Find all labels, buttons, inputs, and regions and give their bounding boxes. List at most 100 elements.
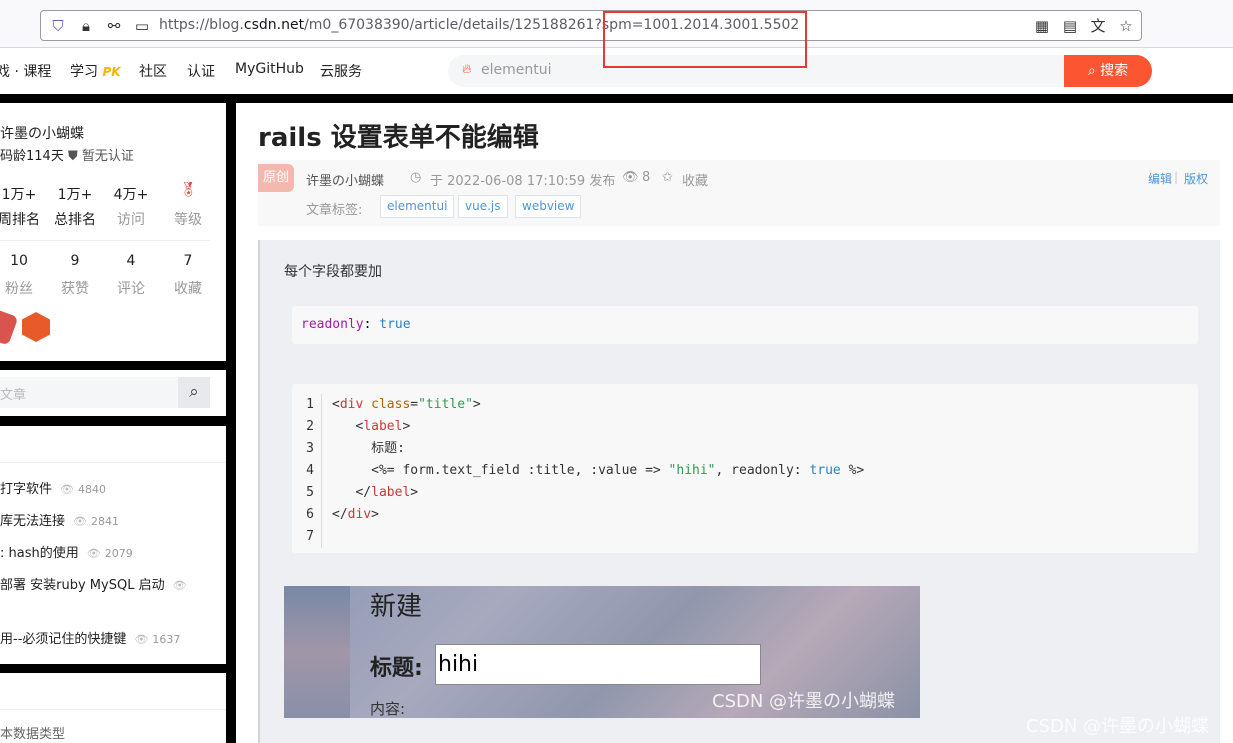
sidebar-search-card: 文章 ⌕ [0,370,226,416]
total-rank-label: 总排名 [54,212,96,228]
list-item[interactable]: 用--必须记住的快捷键 👁︎ 1637 [0,628,180,647]
code-line: <div class="title"> [332,397,481,412]
reader-view-icon[interactable]: ▤ [1061,17,1079,35]
eye-icon: 👁︎ [60,483,74,496]
intro-text: 每个字段都要加 [284,264,382,280]
permissions-icon[interactable]: ⚯ [105,17,123,35]
shield-check-icon: ⛊ [68,149,78,164]
profile-card: 许墨の小蝴蝶 码龄114天 ⛊ 暂无认证 1万+ 周排名 1万+ 总排名 4万+… [0,103,226,361]
visits-label: 访问 [117,212,145,228]
annotation-highlight [603,11,807,68]
sidebar-search-placeholder: 文章 [0,388,27,403]
publish-date: 于 2022-06-08 17:10:59 发布 [430,174,616,189]
screenshot-heading: 新建 [370,592,423,622]
list-item[interactable]: 本数据类型 [0,723,65,742]
tag-webview[interactable]: webview [515,195,582,218]
code-age: 码龄114天 [0,149,64,164]
translate-icon[interactable]: 文 [1089,17,1107,35]
search-button[interactable]: ⌕ 搜索 [1064,55,1152,87]
code-line: 标题: [332,441,405,456]
list-item[interactable]: 打字软件 👁︎ 4840 [0,478,106,497]
edit-link[interactable]: 编辑 [1148,170,1172,187]
level-label: 等级 [174,212,202,228]
list-item[interactable]: 部署 安装ruby MySQL 启动 👁︎ [0,574,187,593]
divider [0,462,226,463]
original-badge: 原创 [258,164,294,192]
code-block-inline[interactable]: readonly: true [292,306,1198,344]
eye-icon: 👁︎ [86,547,101,560]
page-info-icon[interactable]: ▭ [133,17,151,35]
trophy-badge-icon[interactable] [22,312,50,342]
copyright-link[interactable]: 版权 [1184,170,1208,187]
article-content: 每个字段都要加 readonly: true 1234567 <div clas… [258,240,1220,743]
address-bar[interactable]: ⛉ 🔒︎ ⚯ ▭ https://blog.csdn.net/m0_670383… [40,10,1142,41]
article-main: rails 设置表单不能编辑 原创 许墨の小蝴蝶 ◷ 于 2022-06-08 … [236,103,1233,743]
screenshot-watermark: CSDN @许墨の小蝴蝶 [712,691,896,712]
eye-icon: 👁︎ [622,170,639,185]
clock-icon: ◷ [410,170,422,185]
tags-label: 文章标签: [306,203,363,218]
screenshot-input: hihi [435,644,761,685]
lock-icon[interactable]: 🔒︎ [77,17,95,35]
favorites-value: 7 [183,253,193,269]
screenshot-label: 标题: [370,656,423,681]
total-rank-value: 1万+ [57,187,93,203]
code-line: <%= form.text_field :title, :value => "h… [332,463,865,478]
comments-value: 4 [126,253,136,269]
nav-cloud[interactable]: 云服务 [320,61,362,81]
level-icon[interactable]: 🏅︎ [163,182,213,198]
page-watermark: CSDN @许墨の小蝴蝶 [1026,716,1210,737]
code-block[interactable]: 1234567 <div class="title"> <label> 标题: … [292,384,1198,553]
tag-vuejs[interactable]: vue.js [458,195,508,218]
nav-mygithub[interactable]: MyGitHub [235,61,304,77]
visits-value: 4万+ [113,187,149,203]
fans-value: 10 [10,253,28,269]
tag-elementui[interactable]: elementui [380,195,455,218]
meta-author[interactable]: 许墨の小蝴蝶 [306,170,384,189]
likes-value: 9 [70,253,80,269]
flame-icon: 🔥︎ [462,62,472,77]
eye-icon: 👁︎ [134,633,149,646]
fans-label: 粉丝 [5,281,33,297]
code-line: </div> [332,507,379,522]
list-item[interactable]: 库无法连接 👁︎ 2841 [0,510,119,529]
code-line: <label> [332,419,411,434]
star-icon[interactable]: ✩ [662,170,673,185]
verify-text: 暂无认证 [81,149,134,164]
article-title: rails 设置表单不能编辑 [258,123,539,153]
nav-learn[interactable]: 学习 PK [70,61,121,81]
list-item[interactable]: : hash的使用 👁︎ 2079 [0,542,133,561]
search-icon: ⌕ [1087,63,1096,79]
separator: | [1174,170,1179,184]
eye-icon: 👁︎ [73,515,87,528]
shield-icon[interactable]: ⛉ [49,17,67,35]
screenshot-content-label: 内容: [370,700,406,718]
pk-badge: PK [102,65,121,79]
favorites-label: 收藏 [174,281,202,297]
line-numbers: 1234567 [292,394,322,548]
badge-icon[interactable] [0,308,19,346]
search-placeholder: elementui [481,62,552,78]
sidebar-search-input[interactable]: 文章 [0,377,178,408]
weekly-rank-label: 周排名 [0,212,40,228]
nav-community[interactable]: 社区 [139,61,167,81]
code-line: </label> [332,485,419,500]
eye-icon: 👁︎ [172,579,187,592]
search-button-label: 搜索 [1100,63,1129,79]
likes-label: 获赞 [61,281,89,297]
sidebar-bottom-card: 本数据类型 [0,673,226,743]
screenshot-edge [284,586,350,718]
nav-certification[interactable]: 认证 [187,61,215,81]
sidebar-search-icon[interactable]: ⌕ [178,377,210,408]
bookmark-star-icon[interactable]: ☆ [1117,17,1135,35]
divider [0,240,210,241]
favorite-button[interactable]: 收藏 [682,170,708,189]
divider [0,709,226,710]
author-name[interactable]: 许墨の小蝴蝶 [0,123,84,143]
weekly-rank-value: 1万+ [1,187,37,203]
nav-courses[interactable]: 戏 · 课程 [0,61,51,81]
comments-label: 评论 [117,281,145,297]
qr-code-icon[interactable]: ▦ [1033,17,1051,35]
article-screenshot: 新建 标题: hihi 内容: CSDN @许墨の小蝴蝶 [284,586,920,718]
